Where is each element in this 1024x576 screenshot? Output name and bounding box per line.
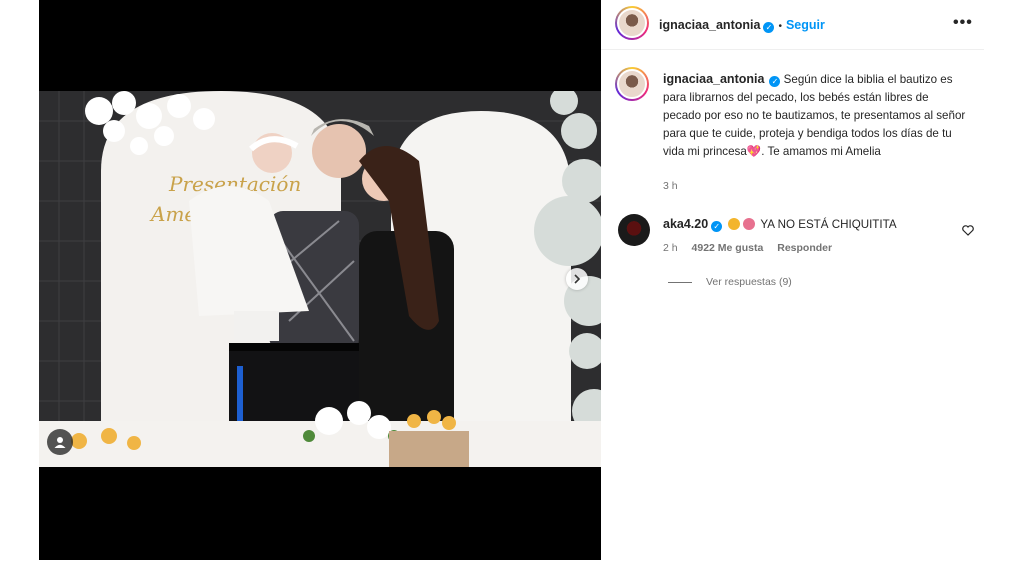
replies-divider [668,281,692,283]
media-pane: Presentación Amelia [39,0,601,560]
comment-avatar[interactable] [618,214,650,246]
comment-likes[interactable]: 4922 Me gusta [692,242,764,254]
post-photo[interactable]: Presentación Amelia [39,91,601,467]
caption-avatar[interactable] [615,67,649,101]
separator-dot: • [778,21,782,32]
user-icon [54,437,66,448]
caption-timestamp[interactable]: 3 h [663,180,678,192]
more-options-icon[interactable]: ••• [953,14,973,32]
comment-text: YA NO ESTÁ CHIQUITITA [760,218,897,231]
comment-meta: 2 h 4922 Me gusta Responder [663,242,843,254]
comment: aka4.20 ✓ YA NO ESTÁ CHIQUITITA [663,217,897,232]
photo-illustration: Presentación Amelia [39,91,601,467]
tagged-users-button[interactable] [47,429,73,455]
chevron-right-icon [574,274,581,284]
crying-face-icon [743,218,756,230]
reply-button[interactable]: Responder [777,242,832,254]
avatar[interactable] [615,6,649,40]
post-caption: ignaciaa_antonia ✓ Según dice la biblia e… [663,70,968,161]
username-link[interactable]: ignaciaa_antonia [659,18,760,32]
comment-like-button[interactable] [962,223,974,241]
heart-emoji-icon: 💖 [746,145,762,158]
heart-outline-icon [962,225,974,236]
follow-button[interactable]: Seguir [786,18,825,32]
caption-text-end: . Te amamos mi Amelia [761,145,881,158]
comment-timestamp[interactable]: 2 h [663,242,678,254]
header-user: ignaciaa_antonia ✓ • Seguir [659,16,825,34]
caption-username-link[interactable]: ignaciaa_antonia [663,72,764,86]
smiling-face-icon [728,218,741,230]
next-image-button[interactable] [566,268,588,290]
comment-username-link[interactable]: aka4.20 [663,217,708,231]
verified-badge-icon: ✓ [711,221,723,232]
post-side-panel: ignaciaa_antonia ✓ • Seguir ••• ignaciaa_an… [601,0,984,560]
verified-badge-icon: ✓ [763,22,775,33]
view-replies-button[interactable]: Ver respuestas (9) [668,276,792,288]
verified-badge-icon: ✓ [769,76,781,87]
view-replies-label: Ver respuestas (9) [706,276,792,288]
post-header: ignaciaa_antonia ✓ • Seguir ••• [601,0,984,50]
